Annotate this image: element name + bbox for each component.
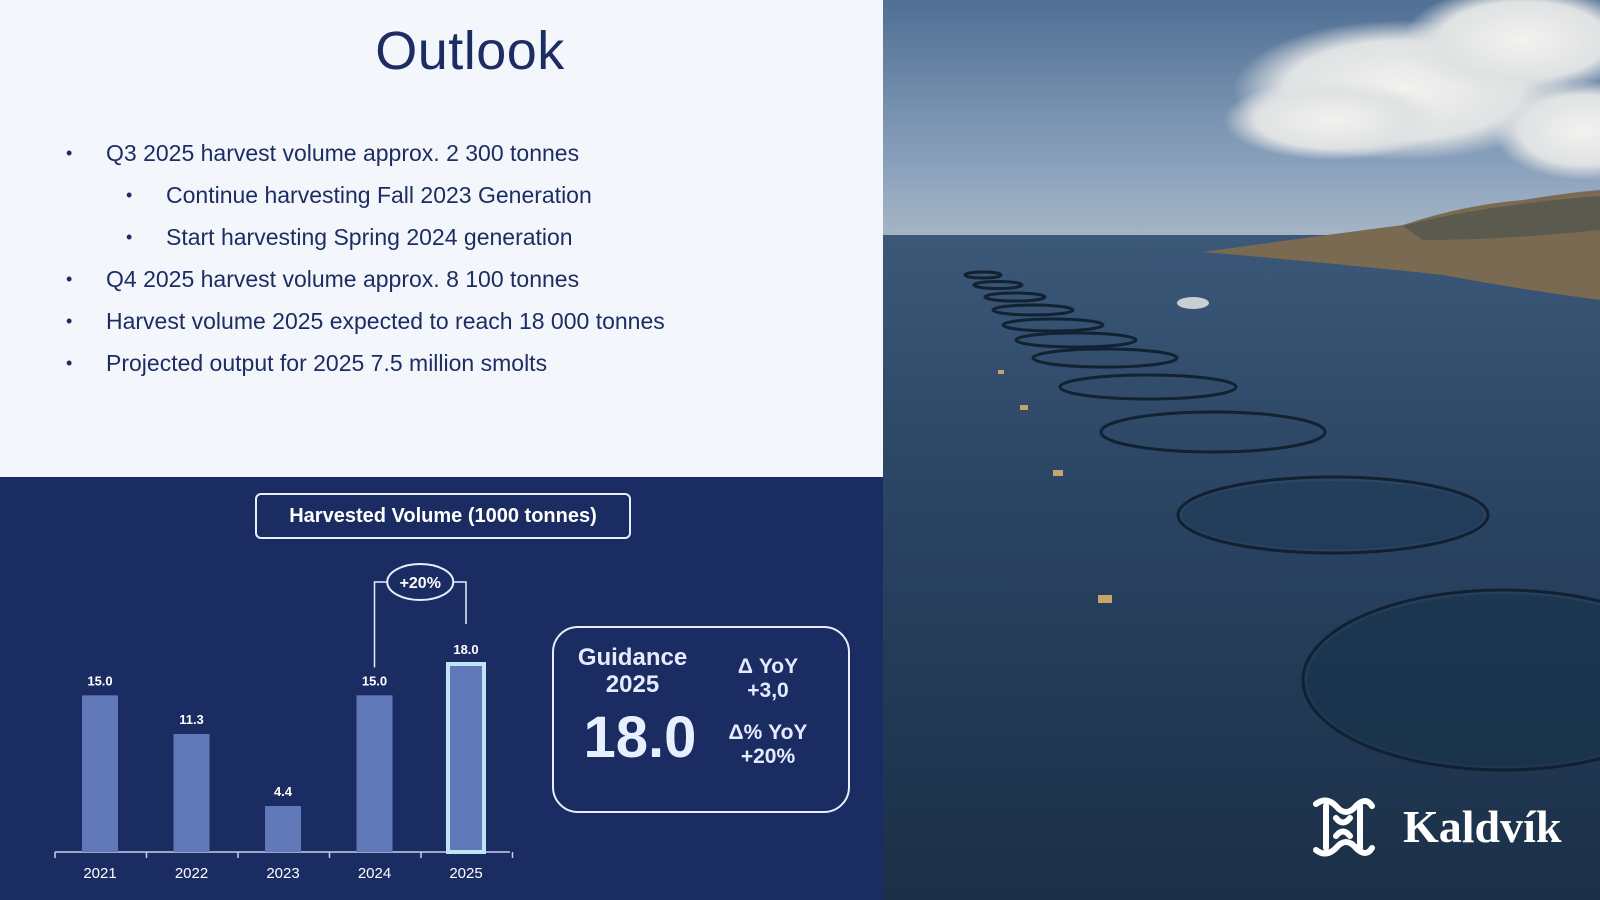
- brand-name: Kaldvík: [1403, 801, 1562, 852]
- delta-yoy-absolute: Δ YoY +3,0: [718, 655, 818, 703]
- x-tick-label-2022: 2022: [175, 865, 208, 882]
- delta-pct-label: Δ% YoY: [728, 721, 808, 744]
- data-label-2021: 15.0: [87, 673, 112, 688]
- bullet-item: • Q4 2025 harvest volume approx. 8 100 to…: [66, 258, 866, 300]
- delta-yoy-value: +3,0: [747, 679, 789, 702]
- aerial-sea-pens-image: [883, 0, 1600, 900]
- bullet-symbol: •: [66, 353, 73, 373]
- data-label-2023: 4.4: [274, 784, 293, 799]
- slide-title: Outlook: [375, 21, 565, 81]
- bullet-symbol: •: [66, 311, 73, 331]
- data-label-2022: 11.3: [179, 712, 204, 727]
- guidance-box: Guidance 2025 18.0 Δ YoY +3,0 Δ% YoY +20…: [552, 626, 850, 813]
- bullet-text: Q4 2025 harvest volume approx. 8 100 ton…: [106, 266, 580, 292]
- bar-2022: [173, 733, 210, 852]
- guidance-label: Guidance 2025: [570, 644, 695, 698]
- guidance-label-line2: 2025: [605, 671, 660, 698]
- chart-panel: Harvested Volume (1000 tonnes) 15.0 2021 1…: [0, 477, 883, 900]
- bullet-symbol: •: [126, 227, 133, 247]
- bullet-item: • Continue harvesting Fall 2023 Generatio…: [66, 174, 866, 216]
- bullet-text: Continue harvesting Fall 2023 Generation: [166, 182, 592, 208]
- bar-2021: [82, 695, 118, 852]
- fish-farm-photo: [883, 0, 1600, 900]
- bullet-text: Harvest volume 2025 expected to reach 18…: [106, 308, 665, 334]
- bullet-text: Projected output for 2025 7.5 million sm…: [106, 350, 548, 376]
- bar-2025: [446, 662, 486, 854]
- data-label-2025: 18.0: [453, 642, 478, 657]
- delta-pct-value: +20%: [740, 745, 796, 768]
- growth-bracket-left: [373, 581, 389, 668]
- bullet-symbol: •: [66, 269, 73, 289]
- growth-bracket-right: [452, 581, 467, 624]
- bullet-text: Start harvesting Spring 2024 generation: [166, 224, 573, 250]
- x-tick-label-2023: 2023: [266, 865, 299, 882]
- bullet-symbol: •: [66, 143, 73, 163]
- guidance-label-line1: Guidance: [577, 644, 688, 671]
- x-tick-label-2025: 2025: [449, 865, 482, 882]
- growth-badge-label: +20%: [400, 575, 441, 592]
- data-label-2024: 15.0: [362, 673, 387, 688]
- delta-yoy-label: Δ YoY: [737, 655, 799, 678]
- guidance-value: 18.0: [583, 705, 697, 770]
- bullet-item: • Projected output for 2025 7.5 million s…: [66, 342, 866, 384]
- bullet-symbol: •: [126, 185, 133, 205]
- bullet-text: Q3 2025 harvest volume approx. 2 300 ton…: [106, 140, 580, 166]
- bullet-item: • Start harvesting Spring 2024 generation: [66, 216, 866, 258]
- bar-2024: [356, 695, 393, 852]
- x-tick-label-2021: 2021: [83, 865, 116, 882]
- bullet-item: • Harvest volume 2025 expected to reach 1…: [66, 300, 866, 342]
- bullet-list: • Q3 2025 harvest volume approx. 2 300 to…: [66, 132, 866, 384]
- kaldvik-logo-icon: [1313, 797, 1375, 857]
- x-tick-label-2024: 2024: [358, 865, 391, 882]
- bullet-item: • Q3 2025 harvest volume approx. 2 300 to…: [66, 132, 866, 174]
- outlook-panel: Outlook • Q3 2025 harvest volume approx. …: [0, 0, 883, 477]
- bar-2023: [265, 806, 301, 852]
- delta-yoy-percent: Δ% YoY +20%: [718, 721, 818, 769]
